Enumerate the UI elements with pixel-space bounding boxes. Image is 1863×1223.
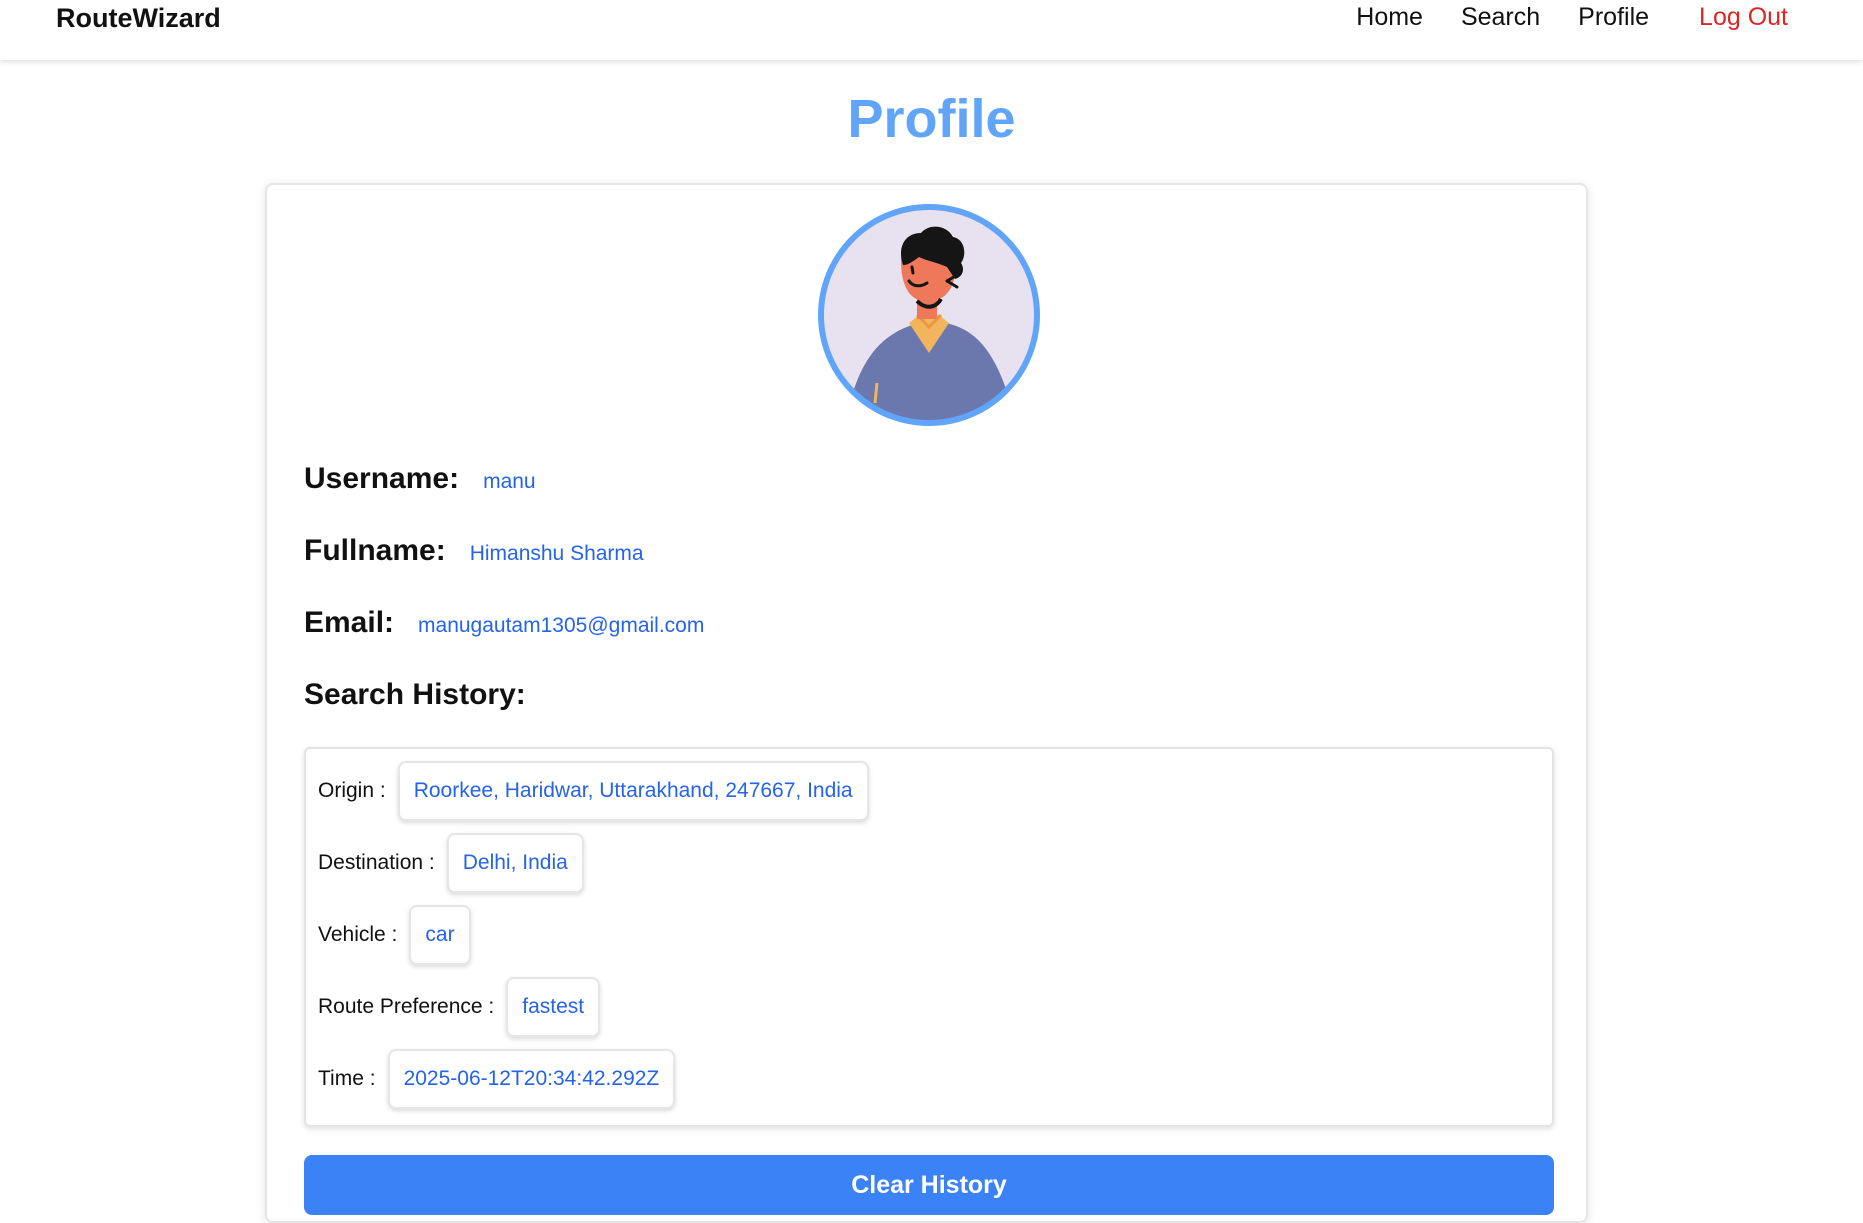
nav-links: Home Search Profile Log Out	[1318, 3, 1788, 32]
time-label: Time :	[318, 1067, 376, 1090]
profile-card: Username: manu Fullname: Himanshu Sharma…	[265, 183, 1588, 1223]
origin-chip: Roorkee, Haridwar, Uttarakhand, 247667, …	[397, 761, 869, 821]
email-value: manugautam1305@gmail.com	[418, 614, 705, 637]
history-entry: Origin : Roorkee, Haridwar, Uttarakhand,…	[304, 747, 1554, 1127]
destination-label: Destination :	[318, 851, 435, 874]
clear-history-button[interactable]: Clear History	[304, 1155, 1554, 1215]
history-vehicle-row: Vehicle : car	[318, 905, 471, 965]
history-preference-row: Route Preference : fastest	[318, 977, 601, 1037]
destination-chip: Delhi, India	[446, 833, 584, 893]
top-navbar: RouteWizard Home Search Profile Log Out	[0, 0, 1863, 60]
time-chip: 2025-06-12T20:34:42.292Z	[387, 1049, 676, 1109]
nav-profile-link[interactable]: Profile	[1578, 3, 1649, 32]
username-value: manu	[483, 470, 536, 493]
username-row: Username: manu	[304, 462, 536, 496]
nav-home-link[interactable]: Home	[1356, 3, 1423, 32]
fullname-row: Fullname: Himanshu Sharma	[304, 534, 644, 568]
avatar-icon	[818, 204, 1040, 426]
page-title: Profile	[847, 89, 1016, 149]
brand-logo[interactable]: RouteWizard	[56, 3, 221, 34]
username-label: Username:	[304, 462, 460, 495]
search-history-heading: Search History:	[304, 678, 526, 711]
history-time-row: Time : 2025-06-12T20:34:42.292Z	[318, 1049, 676, 1109]
email-label: Email:	[304, 606, 395, 639]
history-destination-row: Destination : Delhi, India	[318, 833, 584, 893]
fullname-label: Fullname:	[304, 534, 446, 567]
vehicle-chip: car	[409, 905, 471, 965]
origin-label: Origin :	[318, 779, 386, 802]
vehicle-label: Vehicle :	[318, 923, 398, 946]
nav-search-link[interactable]: Search	[1461, 3, 1540, 32]
route-preference-chip: fastest	[506, 977, 601, 1037]
history-origin-row: Origin : Roorkee, Haridwar, Uttarakhand,…	[318, 761, 869, 821]
logout-link[interactable]: Log Out	[1699, 3, 1788, 32]
email-row: Email: manugautam1305@gmail.com	[304, 606, 704, 640]
fullname-value: Himanshu Sharma	[469, 542, 644, 565]
route-preference-label: Route Preference :	[318, 995, 495, 1018]
